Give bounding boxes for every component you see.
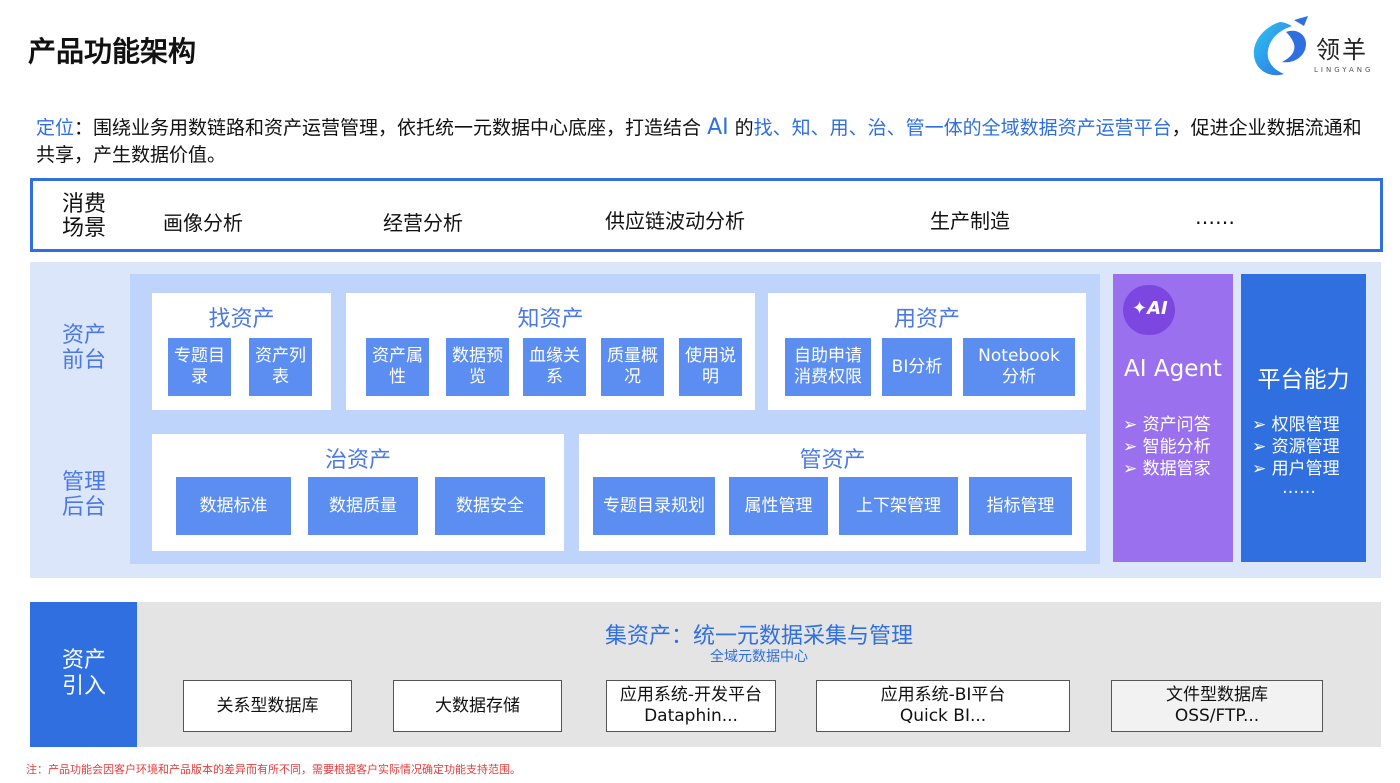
ai-agent-title: AI Agent bbox=[1124, 356, 1222, 382]
consume-label: 消费场景 bbox=[61, 192, 106, 241]
source-name: 应用系统-开发平台 bbox=[619, 685, 763, 705]
source-box: 应用系统-BI平台 Quick BI... bbox=[816, 680, 1070, 732]
card-title: 用资产 bbox=[893, 307, 960, 332]
card-title: 找资产 bbox=[208, 307, 275, 332]
govern-item[interactable]: 数据质量 bbox=[308, 477, 418, 535]
positioning-highlight: 找、知、用、治、管一体的全域数据资产运营平台 bbox=[753, 117, 1172, 139]
know-item[interactable]: 资产属性 bbox=[366, 338, 429, 396]
consume-scenes-bar: 消费场景 画像分析 经营分析 供应链波动分析 生产制造 …… bbox=[30, 178, 1383, 252]
scene-item: …… bbox=[1195, 205, 1235, 229]
chevron-right-icon: ➢ bbox=[1252, 459, 1272, 479]
chevron-right-icon: ➢ bbox=[1252, 415, 1272, 435]
know-item[interactable]: 血缘关系 bbox=[523, 338, 586, 396]
scene-item: 画像分析 bbox=[163, 211, 243, 235]
front-label: 资产前台 bbox=[61, 323, 106, 373]
card-title: 治资产 bbox=[324, 448, 391, 473]
manage-item[interactable]: 指标管理 bbox=[969, 477, 1072, 535]
source-example: Dataphin... bbox=[644, 706, 738, 726]
chevron-right-icon: ➢ bbox=[1252, 437, 1272, 457]
footnote: 注：产品功能会因客户环境和产品版本的差异而有所不同，需要根据客户实际情况确定功能… bbox=[26, 763, 521, 776]
scene-item: 生产制造 bbox=[930, 209, 1010, 233]
manage-item[interactable]: 属性管理 bbox=[729, 477, 828, 535]
manage-item[interactable]: 上下架管理 bbox=[839, 477, 958, 535]
find-item[interactable]: 专题目录 bbox=[168, 338, 231, 396]
use-item[interactable]: Notebook分析 bbox=[963, 338, 1075, 396]
list-item: ➢ 资源管理 bbox=[1252, 437, 1340, 457]
scene-item: 供应链波动分析 bbox=[605, 209, 745, 233]
source-name: 文件型数据库 bbox=[1166, 685, 1268, 705]
ai-agent-list: ➢ 资产问答 ➢ 智能分析 ➢ 数据管家 bbox=[1123, 414, 1211, 480]
source-box: 大数据存储 bbox=[393, 680, 562, 732]
positioning-text-2: 的 bbox=[728, 117, 754, 139]
use-item[interactable]: BI分析 bbox=[882, 338, 952, 396]
source-box: 应用系统-开发平台 Dataphin... bbox=[606, 680, 776, 732]
govern-item[interactable]: 数据安全 bbox=[435, 477, 545, 535]
source-example: OSS/FTP... bbox=[1174, 706, 1260, 726]
source-box: 文件型数据库 OSS/FTP... bbox=[1111, 680, 1323, 732]
card-title: 知资产 bbox=[517, 307, 584, 332]
use-item[interactable]: 自助申请消费权限 bbox=[785, 338, 871, 396]
list-item: ➢ 用户管理 bbox=[1252, 459, 1340, 479]
platform-list: ➢ 权限管理 ➢ 资源管理 ➢ 用户管理 …… bbox=[1252, 414, 1340, 498]
find-item[interactable]: 资产列表 bbox=[249, 338, 312, 396]
list-item: ➢ 数据管家 bbox=[1123, 459, 1211, 479]
logo-name: 领羊 bbox=[1316, 36, 1368, 64]
source-name: 关系型数据库 bbox=[216, 695, 319, 716]
scene-item: 经营分析 bbox=[383, 211, 463, 235]
positioning-ai: AI bbox=[707, 115, 729, 140]
intake-subtitle: 全域元数据中心 bbox=[710, 649, 808, 665]
know-item[interactable]: 质量概况 bbox=[601, 338, 664, 396]
platform-title: 平台能力 bbox=[1257, 367, 1350, 393]
card-title: 管资产 bbox=[799, 448, 866, 473]
list-item: ➢ 智能分析 bbox=[1123, 437, 1211, 457]
know-item[interactable]: 使用说明 bbox=[679, 338, 742, 396]
chevron-right-icon: ➢ bbox=[1123, 459, 1143, 479]
logo-sub: LINGYANG bbox=[1314, 66, 1374, 74]
source-name: 大数据存储 bbox=[435, 695, 520, 716]
manage-label: 管理后台 bbox=[61, 470, 106, 520]
know-item[interactable]: 数据预览 bbox=[446, 338, 509, 396]
chevron-right-icon: ➢ bbox=[1123, 437, 1143, 457]
list-item: ➢ 资产问答 bbox=[1123, 415, 1211, 435]
source-example: Quick BI... bbox=[899, 706, 987, 726]
platform-more: …… bbox=[1282, 478, 1316, 498]
positioning-label: 定位 bbox=[36, 117, 75, 139]
chevron-right-icon: ➢ bbox=[1123, 415, 1143, 435]
intake-label: 资产引入 bbox=[61, 648, 106, 699]
ai-icon-label: ✦AI bbox=[1132, 298, 1168, 319]
source-box: 关系型数据库 bbox=[183, 680, 352, 732]
manage-item[interactable]: 专题目录规划 bbox=[593, 477, 715, 535]
positioning-statement: 定位：围绕业务用数链路和资产运营管理，依托统一元数据中心底座，打造结合 AI 的… bbox=[36, 114, 1376, 169]
positioning-text-1: ：围绕业务用数链路和资产运营管理，依托统一元数据中心底座，打造结合 bbox=[74, 117, 708, 139]
page-title: 产品功能架构 bbox=[28, 35, 197, 68]
list-item: ➢ 权限管理 bbox=[1252, 415, 1340, 435]
source-name: 应用系统-BI平台 bbox=[880, 685, 1006, 705]
govern-item[interactable]: 数据标准 bbox=[176, 477, 291, 535]
